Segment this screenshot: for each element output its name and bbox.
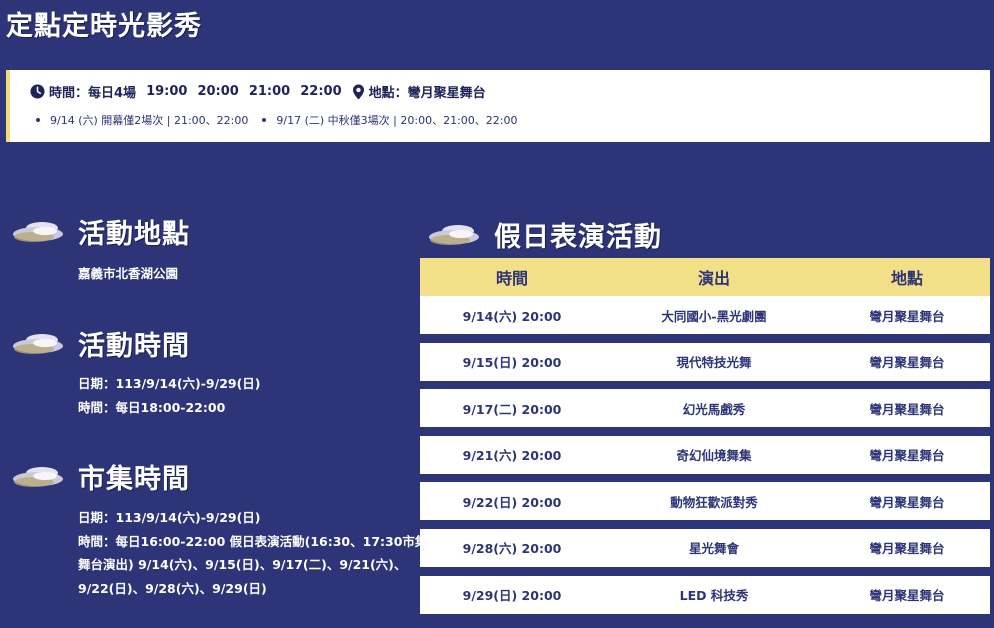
info-card: 時間： 每日4場 19:00 20:00 21:00 22:00 地點： 彎月聚… — [6, 70, 990, 142]
section-event-time-heading: 活動時間 — [12, 324, 190, 363]
cell-performance: LED 科技秀 — [679, 588, 749, 604]
table-row: 9/17(二) 20:00 幻光馬戲秀 彎月聚星舞台 — [420, 389, 990, 428]
cell-performance: 大同國小-黑光劇團 — [661, 308, 767, 324]
market-hours-text: 舞台演出) 9/14(六)、9/15(日)、9/17(二)、9/21(六)、 — [78, 557, 407, 572]
page-title: 定點定時光影秀 — [6, 11, 202, 42]
performance-table: 時間 演出 地點 9/14(六) 20:00 大同國小-黑光劇團 彎月聚星舞台 … — [420, 258, 990, 614]
market-hours-text: 時間：每日16:00-22:00 假日表演活動(16:30、17:30市集 — [78, 533, 428, 549]
cloud-icon — [429, 224, 479, 245]
table-header: 時間 演出 地點 — [420, 258, 990, 296]
section-title: 假日表演活動 — [494, 222, 662, 253]
cell-venue: 彎月聚星舞台 — [869, 541, 945, 557]
schedule-note: 9/14 (六) 開幕僅2場次 | 21:00、22:00 — [50, 114, 249, 127]
clock-icon — [30, 84, 45, 99]
cell-performance: 奇幻仙境舞集 — [676, 448, 752, 464]
cell-venue: 彎月聚星舞台 — [869, 355, 945, 371]
session-time: 22:00 — [300, 84, 342, 99]
schedule-notes: 9/14 (六) 開幕僅2場次 | 21:00、22:00 9/17 (二) 中… — [36, 112, 517, 128]
cell-time: 9/29(日) 20:00 — [462, 588, 562, 604]
table-row: 9/28(六) 20:00 星光舞會 彎月聚星舞台 — [420, 528, 990, 567]
venue-text: 嘉義市北香湖公園 — [78, 266, 179, 281]
section-venue-heading: 活動地點 — [12, 212, 190, 251]
column-header-performance: 演出 — [697, 269, 730, 288]
section-event-time-body: 日期：113/9/14(六)-9/29(日) 時間：每日18:00-22:00 — [78, 372, 261, 420]
table-row: 9/29(日) 20:00 LED 科技秀 彎月聚星舞台 — [420, 575, 990, 614]
section-venue-body: 嘉義市北香湖公園 — [78, 262, 178, 286]
cell-venue: 彎月聚星舞台 — [869, 401, 945, 417]
location-label: 地點： — [368, 86, 408, 101]
market-hours-text: 9/22(日)、9/28(六)、9/29(日) — [78, 580, 267, 596]
section-title: 市集時間 — [78, 464, 190, 495]
cell-performance: 星光舞會 — [688, 541, 739, 557]
cell-venue: 彎月聚星舞台 — [869, 588, 945, 604]
cell-performance: 動物狂歡派對秀 — [670, 494, 758, 510]
table-row: 9/14(六) 20:00 大同國小-黑光劇團 彎月聚星舞台 — [420, 296, 990, 334]
section-market-time-heading: 市集時間 — [12, 457, 190, 496]
location-value: 彎月聚星舞台 — [407, 86, 486, 101]
section-title: 活動時間 — [78, 331, 190, 362]
session-time: 20:00 — [197, 84, 239, 99]
table-row: 9/22(日) 20:00 動物狂歡派對秀 彎月聚星舞台 — [420, 482, 990, 521]
column-header-venue: 地點 — [890, 269, 923, 288]
event-hours-text: 時間：每日18:00-22:00 — [78, 400, 226, 415]
cell-venue: 彎月聚星舞台 — [869, 448, 945, 464]
schedule-note: 9/17 (二) 中秋僅3場次 | 20:00、21:00、22:00 — [276, 114, 518, 127]
section-market-time-body: 日期：113/9/14(六)-9/29(日) 時間：每日16:00-22:00 … — [78, 506, 427, 600]
table-body: 9/14(六) 20:00 大同國小-黑光劇團 彎月聚星舞台 9/15(日) 2… — [420, 296, 990, 614]
table-row: 9/15(日) 20:00 現代特技光舞 彎月聚星舞台 — [420, 342, 990, 381]
bullet-icon — [36, 118, 40, 122]
session-time: 21:00 — [248, 84, 291, 99]
market-date-text: 日期：113/9/14(六)-9/29(日) — [78, 510, 261, 525]
cloud-icon — [13, 333, 63, 354]
schedule-summary: 時間： 每日4場 19:00 20:00 21:00 22:00 地點： 彎月聚… — [30, 82, 486, 101]
cell-performance: 現代特技光舞 — [676, 355, 752, 371]
cloud-icon — [13, 466, 63, 487]
time-label: 時間： — [49, 86, 89, 101]
time-value: 每日4場 — [88, 86, 137, 101]
section-title: 活動地點 — [78, 219, 190, 250]
cell-time: 9/21(六) 20:00 — [462, 448, 562, 464]
cell-time: 9/14(六) 20:00 — [462, 308, 562, 324]
session-time: 19:00 — [146, 84, 188, 99]
table-row: 9/21(六) 20:00 奇幻仙境舞集 彎月聚星舞台 — [420, 435, 990, 474]
cell-time: 9/22(日) 20:00 — [462, 494, 562, 510]
cell-performance: 幻光馬戲秀 — [682, 401, 746, 417]
event-date-text: 日期：113/9/14(六)-9/29(日) — [78, 376, 261, 391]
map-pin-icon — [352, 84, 364, 99]
cell-time: 9/17(二) 20:00 — [462, 401, 562, 417]
cloud-icon — [13, 221, 63, 242]
column-header-time: 時間 — [495, 269, 528, 288]
cell-time: 9/28(六) 20:00 — [462, 541, 562, 557]
bullet-icon — [262, 118, 267, 122]
cell-venue: 彎月聚星舞台 — [869, 308, 945, 324]
cell-venue: 彎月聚星舞台 — [869, 494, 945, 510]
section-weekend-heading: 假日表演活動 — [428, 215, 662, 254]
cell-time: 9/15(日) 20:00 — [462, 355, 562, 371]
